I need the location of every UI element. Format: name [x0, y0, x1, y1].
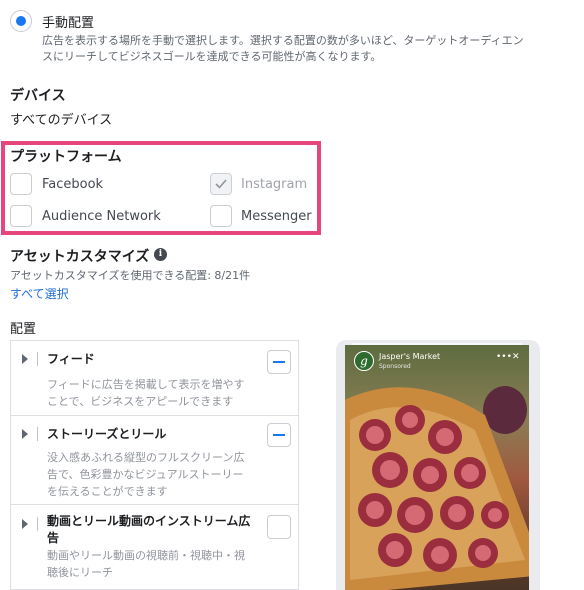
select-all-link[interactable]: すべて選択	[10, 285, 69, 302]
expand-triangle-icon[interactable]	[22, 519, 28, 529]
placements-heading: 配置	[10, 322, 37, 337]
instagram-label: Instagram	[241, 177, 308, 192]
stories-reels-desc-1: 没入感あふれる縦型のフルスクリーン広	[47, 451, 245, 464]
checkmark-icon	[215, 179, 227, 189]
feeds-desc-1: フィードに広告を掲載して表示を増やす	[47, 378, 245, 391]
sponsored-label: Sponsored	[379, 363, 411, 370]
brand-avatar: g	[354, 351, 374, 371]
feeds-toggle-button[interactable]	[267, 350, 291, 374]
device-heading: デバイス	[10, 88, 66, 104]
instream-title-1: 動画とリール動画のインストリーム広	[47, 514, 251, 528]
placements-panel: フィード フィードに広告を掲載して表示を増やす ことで、ビジネスをアピールできま…	[10, 340, 299, 590]
facebook-label: Facebook	[42, 177, 104, 192]
manual-placement-desc-2: スにリーチしてビジネスゴールを達成できる可能性が高くなります。	[42, 50, 382, 63]
audience-network-checkbox[interactable]	[10, 205, 32, 227]
platform-heading: プラットフォーム	[10, 149, 122, 165]
feeds-title: フィード	[47, 352, 95, 366]
divider	[37, 352, 38, 366]
info-icon[interactable]: i	[154, 248, 167, 261]
stories-reels-title: ストーリーズとリール	[47, 427, 167, 441]
manual-placement-radio[interactable]	[10, 10, 32, 32]
instream-toggle-button[interactable]	[267, 515, 291, 539]
divider	[37, 517, 38, 531]
row-divider	[11, 504, 298, 505]
close-icon[interactable]: ✕	[512, 352, 520, 362]
expand-triangle-icon[interactable]	[22, 429, 28, 439]
asset-customization-note: アセットカスタマイズを使用できる配置: 8/21件	[10, 269, 251, 282]
expand-triangle-icon[interactable]	[22, 354, 28, 364]
divider	[37, 427, 38, 441]
instagram-checkbox[interactable]	[210, 173, 232, 195]
brand-name: Jasper's Market	[379, 352, 441, 361]
stories-reels-desc-2: 告で、色彩豊かなビジュアルストーリー	[47, 468, 244, 481]
device-value[interactable]: すべてのデバイス	[10, 109, 112, 128]
stories-reels-toggle-button[interactable]	[267, 423, 291, 447]
ad-preview-image	[345, 345, 529, 590]
facebook-checkbox[interactable]	[10, 173, 32, 195]
instream-desc-1: 動画やリール動画の視聴前・視聴中・視	[47, 549, 245, 562]
asset-customization-heading: アセットカスタマイズ	[10, 249, 150, 265]
instream-desc-2: 聴後にリーチ	[47, 566, 113, 579]
stories-reels-desc-3: を伝えることができます	[47, 485, 168, 498]
row-divider	[11, 415, 298, 416]
feeds-desc-2: ことで、ビジネスをアピールできます	[47, 395, 234, 408]
messenger-checkbox[interactable]	[210, 205, 232, 227]
manual-placement-title: 手動配置	[42, 16, 95, 31]
instream-title-2: 告	[47, 531, 60, 545]
tart-image	[345, 386, 529, 590]
messenger-label: Messenger	[241, 209, 312, 224]
more-icon[interactable]: •••	[496, 352, 512, 362]
audience-network-label: Audience Network	[42, 209, 161, 224]
story-progress-bar	[352, 343, 522, 345]
